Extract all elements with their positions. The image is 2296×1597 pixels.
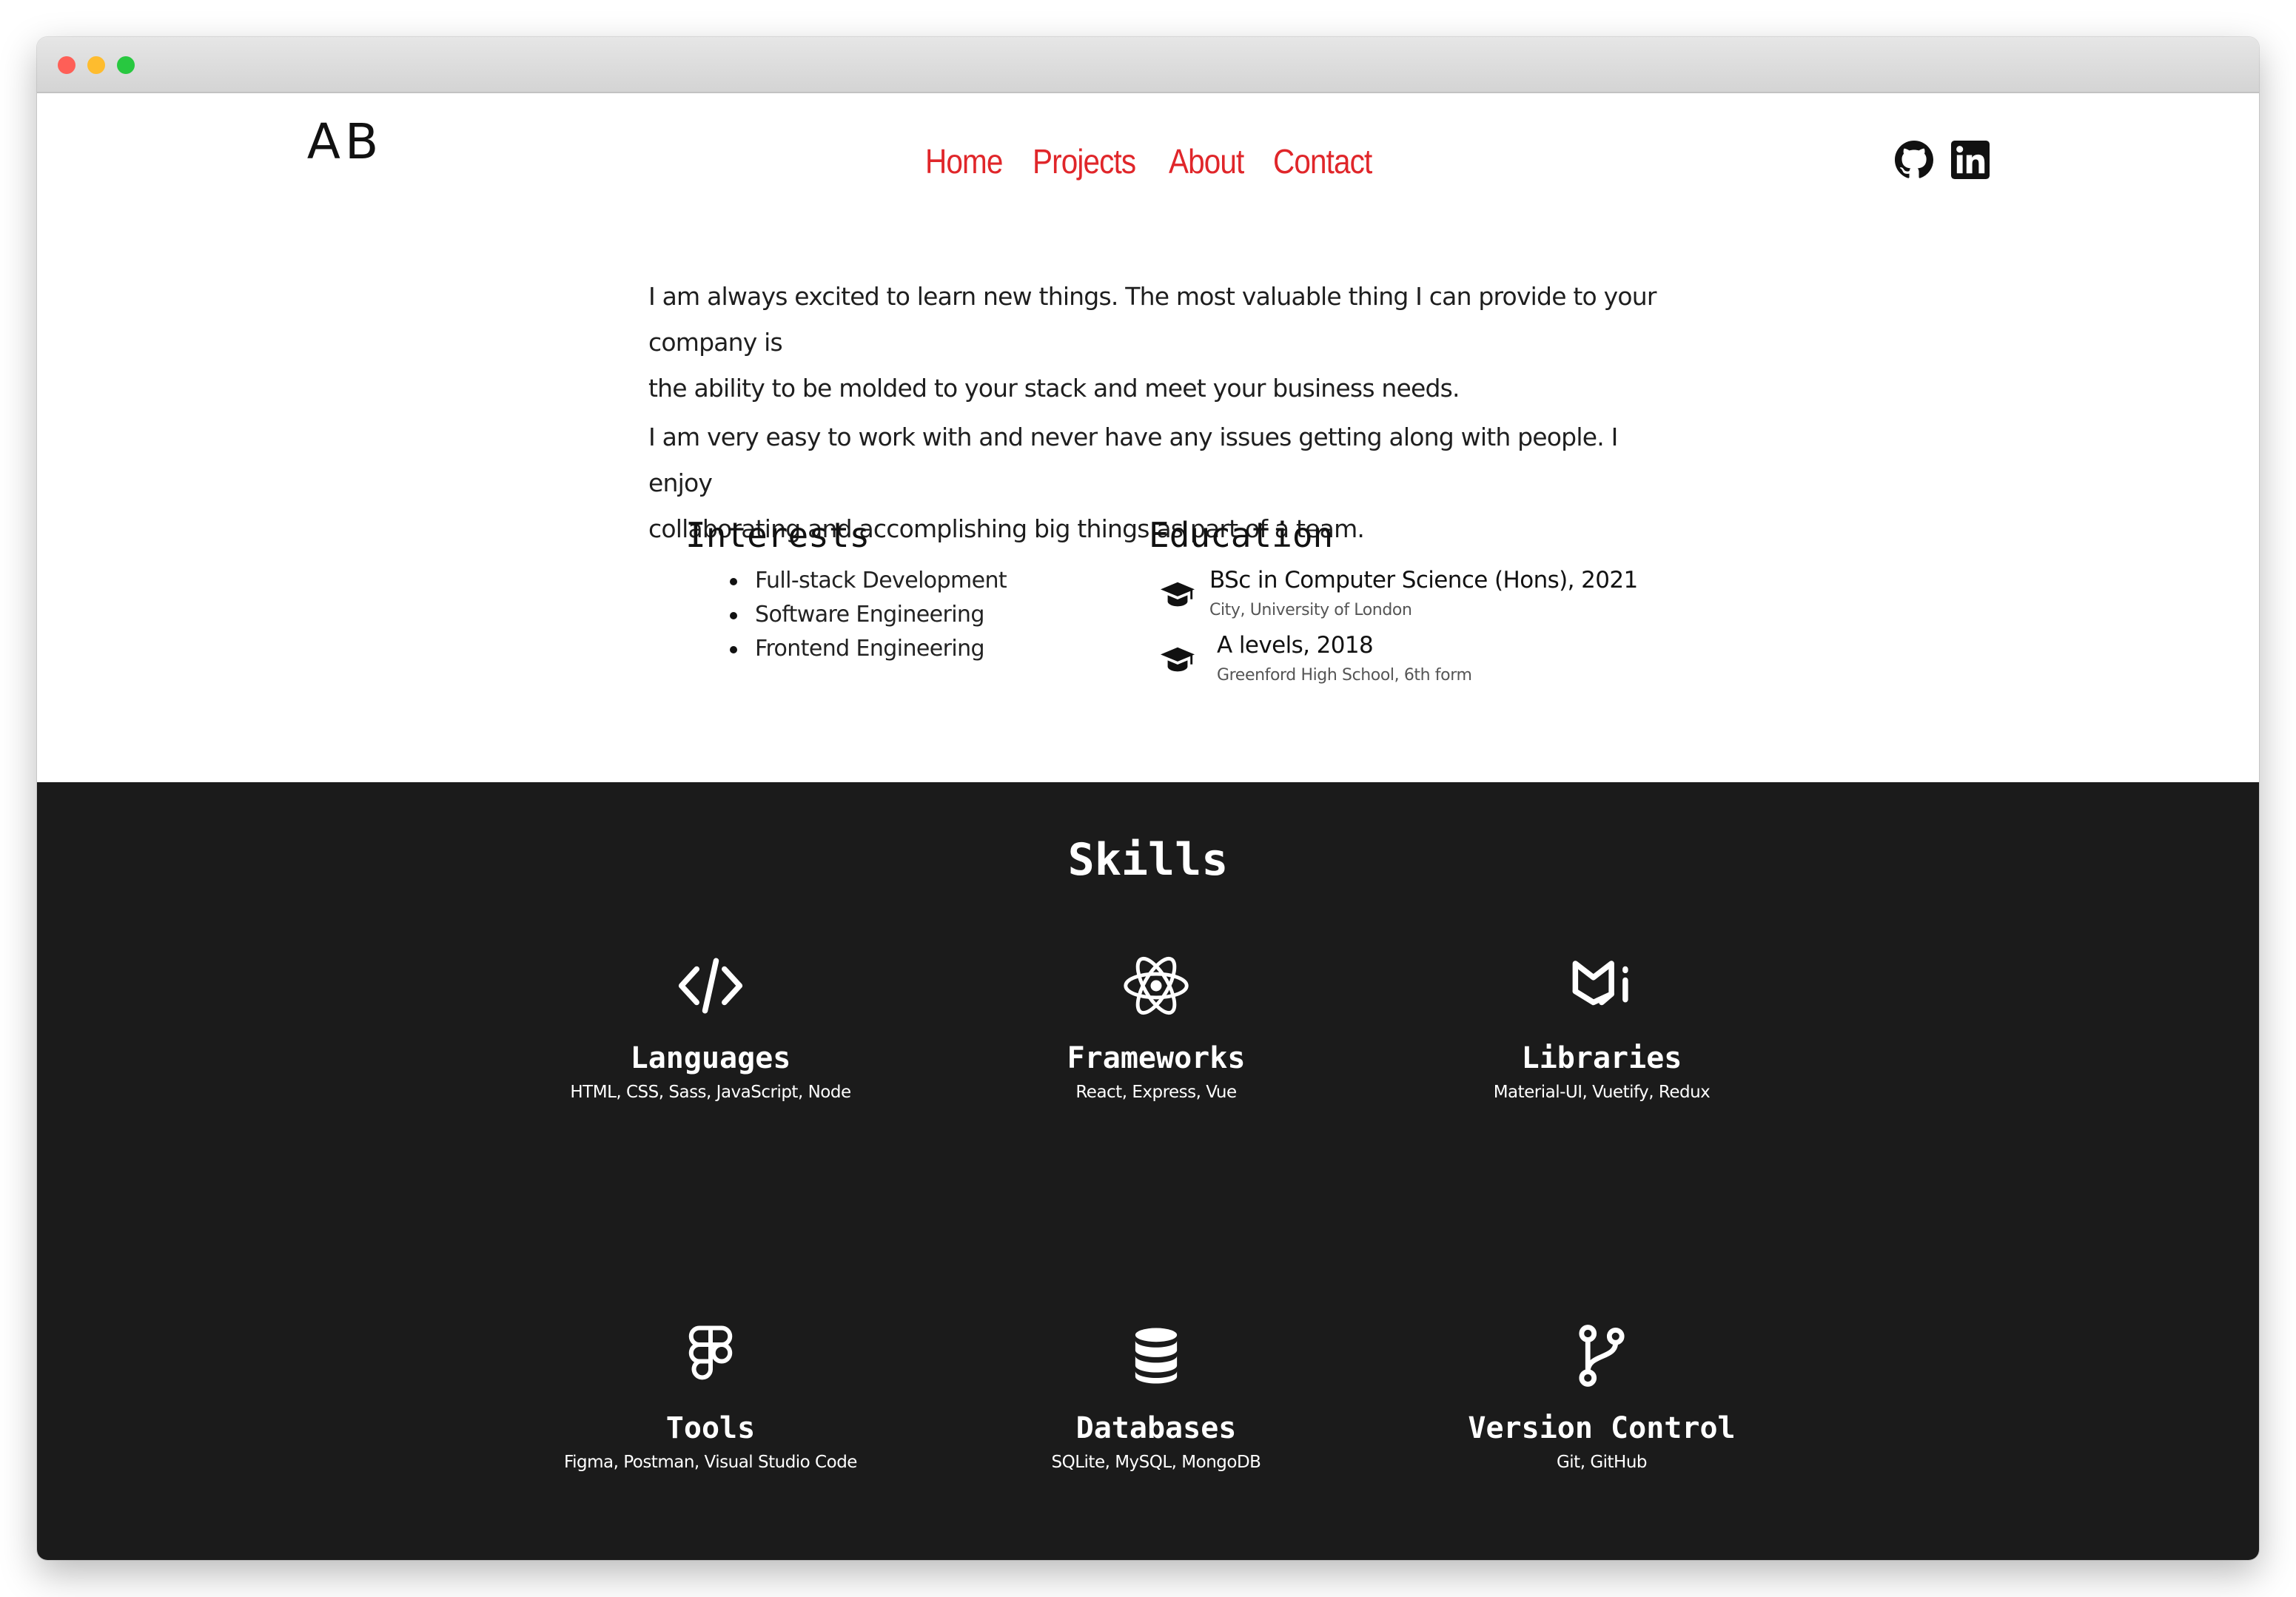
education-degree: A levels, 2018: [1217, 632, 1374, 659]
interests-heading: Interests: [685, 515, 870, 555]
interest-item: Full-stack Development: [730, 564, 1007, 598]
git-branch-icon: [1579, 1325, 1625, 1387]
graduation-cap-icon: [1161, 582, 1195, 607]
skill-title: Tools: [665, 1411, 756, 1445]
skill-list: Git, GitHub: [1556, 1453, 1648, 1472]
skill-card-languages: Languages HTML, CSS, Sass, JavaScript, N…: [489, 952, 933, 1102]
logo-letter-right: B: [344, 112, 378, 170]
about-paragraph-2-line-1: I am very easy to work with and never ha…: [648, 423, 1618, 497]
about-paragraph-1-line-1: I am always excited to learn new things.…: [648, 282, 1656, 357]
main-nav: Home Projects About Contact: [925, 141, 1386, 181]
about-paragraph-1-line-2: the ability to be molded to your stack a…: [648, 374, 1460, 403]
code-icon: [678, 958, 743, 1014]
close-window-button[interactable]: [58, 56, 75, 74]
linkedin-link[interactable]: [1951, 138, 1990, 182]
nav-link-about[interactable]: About: [1169, 141, 1244, 181]
education-institution: Greenford High School, 6th form: [1217, 666, 1472, 685]
linkedin-icon: [1951, 141, 1990, 179]
skill-list: SQLite, MySQL, MongoDB: [1051, 1453, 1261, 1472]
graduation-cap-icon: [1161, 647, 1195, 672]
logo-letter-left: A: [306, 112, 340, 170]
react-icon: [1124, 956, 1189, 1015]
education-degree: BSc in Computer Science (Hons), 2021: [1209, 567, 1638, 594]
skills-heading: Skills: [1067, 834, 1229, 886]
github-icon: [1895, 141, 1933, 178]
window-titlebar: [37, 37, 2259, 93]
skill-card-tools: Tools Figma, Postman, Visual Studio Code: [489, 1322, 933, 1472]
about-paragraph-learning: I am always excited to learn new things.…: [648, 274, 1685, 411]
education-heading: Education: [1149, 515, 1334, 555]
portfolio-page: A B Home Projects About Contact I am alw…: [37, 93, 2259, 1560]
skill-list: Figma, Postman, Visual Studio Code: [564, 1453, 857, 1472]
skill-card-libraries: Libraries Material-UI, Vuetify, Redux: [1380, 952, 1824, 1102]
skill-card-version-control: Version Control Git, GitHub: [1380, 1322, 1824, 1472]
interest-item: Software Engineering: [730, 598, 1007, 632]
nav-link-contact[interactable]: Contact: [1273, 141, 1372, 181]
figma-icon: [688, 1325, 733, 1380]
education-institution: City, University of London: [1209, 601, 1412, 619]
interests-list: Full-stack Development Software Engineer…: [730, 564, 1007, 666]
skill-title: Languages: [630, 1041, 791, 1075]
nav-link-projects[interactable]: Projects: [1033, 141, 1136, 181]
material-ui-icon: [1572, 961, 1628, 1006]
skill-list: React, Express, Vue: [1075, 1083, 1237, 1102]
database-icon: [1135, 1328, 1178, 1384]
browser-window: A B Home Projects About Contact I am alw…: [37, 37, 2259, 1560]
social-links: [1895, 138, 1990, 182]
skill-title: Frameworks: [1067, 1041, 1246, 1075]
maximize-window-button[interactable]: [117, 56, 135, 74]
skill-list: Material-UI, Vuetify, Redux: [1493, 1083, 1711, 1102]
skill-title: Libraries: [1521, 1041, 1682, 1075]
github-link[interactable]: [1895, 138, 1933, 182]
skill-card-frameworks: Frameworks React, Express, Vue: [934, 952, 1378, 1102]
skill-title: Version Control: [1468, 1411, 1736, 1445]
skill-list: HTML, CSS, Sass, JavaScript, Node: [570, 1083, 851, 1102]
nav-link-home[interactable]: Home: [925, 141, 1003, 181]
interest-item: Frontend Engineering: [730, 632, 1007, 666]
skill-card-databases: Databases SQLite, MySQL, MongoDB: [934, 1322, 1378, 1472]
site-logo[interactable]: A B: [307, 108, 378, 175]
skills-section: Skills Languages HTML, CSS, Sass, JavaSc…: [37, 782, 2259, 1560]
skill-title: Databases: [1075, 1411, 1237, 1445]
minimize-window-button[interactable]: [87, 56, 105, 74]
